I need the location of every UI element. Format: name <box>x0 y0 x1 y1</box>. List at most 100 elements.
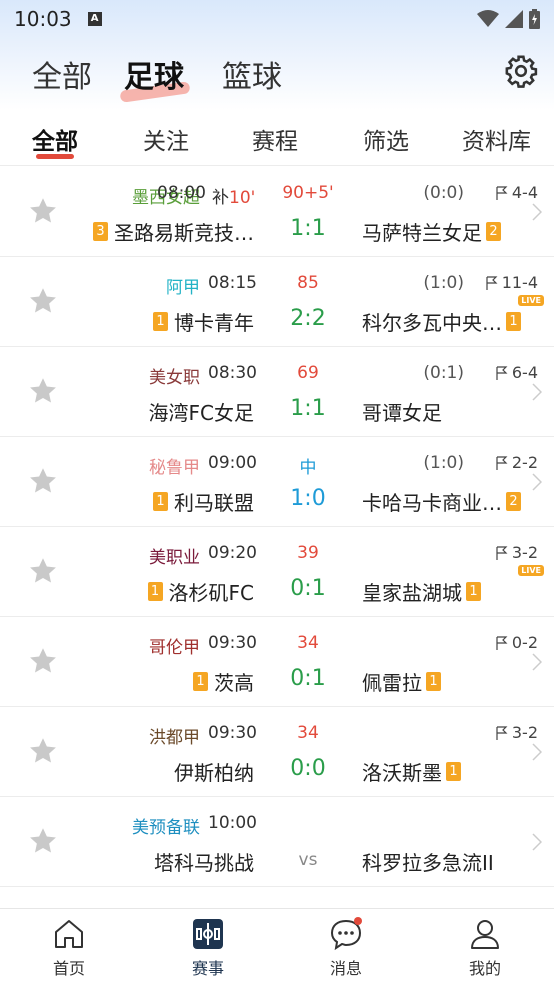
corner-flag-icon <box>496 545 508 560</box>
settings-gear-icon[interactable] <box>504 54 538 88</box>
match-row[interactable]: 美职业 09:20 39 3-2 1 洛杉矶FC 0:1 皇家盐湖城 1 LIVE <box>0 527 554 617</box>
added-time-value: 10' <box>229 188 256 208</box>
added-time: 补10' <box>212 183 255 208</box>
tab-following[interactable]: 关注 <box>143 122 189 156</box>
star-icon[interactable] <box>28 196 58 226</box>
away-badge: 1 <box>426 672 441 691</box>
nav-messages[interactable]: 消息 <box>306 917 386 979</box>
tab-schedule[interactable]: 赛程 <box>252 122 298 156</box>
home-team: 1 利马联盟 <box>153 487 254 516</box>
home-team: 伊斯柏纳 <box>174 757 254 786</box>
away-team: 科罗拉多急流II <box>362 847 494 876</box>
home-icon <box>55 920 83 948</box>
star-icon[interactable] <box>28 826 58 856</box>
user-icon <box>471 920 499 949</box>
league-name: 美女职 <box>149 368 200 388</box>
match-time: 09:00 <box>208 453 257 473</box>
away-team-name: 哥谭女足 <box>362 401 442 425</box>
home-team-name: 茨高 <box>214 671 254 695</box>
star-icon[interactable] <box>28 646 58 676</box>
battery-icon <box>529 9 540 29</box>
chevron-right-icon <box>532 203 542 221</box>
nav-profile[interactable]: 我的 <box>445 917 525 979</box>
chevron-right-icon <box>532 653 542 671</box>
tab-basketball[interactable]: 篮球 <box>222 52 282 96</box>
match-row[interactable]: 哥伦甲 09:30 34 0-2 1 茨高 0:1 佩雷拉 1 <box>0 617 554 707</box>
home-badge: 1 <box>193 672 208 691</box>
match-minute: 90+5' <box>282 183 334 203</box>
tab-filter[interactable]: 筛选 <box>363 122 409 156</box>
home-badge: 1 <box>147 582 163 601</box>
star-icon[interactable] <box>28 556 58 586</box>
score: 1:0 <box>290 486 326 511</box>
match-row[interactable]: 美女职 08:30 69 (0:1) 6-4 海湾FC女足 1:1 哥谭女足 <box>0 347 554 437</box>
tab-football[interactable]: 足球 <box>124 52 184 96</box>
match-minute: 34 <box>297 723 319 743</box>
match-row[interactable]: 墨西女超 08:00 补10' 90+5' (0:0) 4-4 3 圣路易斯竞技…… <box>0 167 554 257</box>
nav-label: 我的 <box>468 959 501 978</box>
match-time: 08:00 <box>157 183 206 203</box>
nav-matches[interactable]: 赛事 <box>168 917 248 979</box>
star-icon[interactable] <box>28 376 58 406</box>
match-minute: 85 <box>297 273 319 293</box>
away-team-name: 皇家盐湖城 <box>362 581 462 605</box>
sport-tabs: 全部 足球 篮球 <box>0 48 554 103</box>
notification-icon: A <box>87 12 102 26</box>
away-team-name: 洛沃斯墨 <box>362 761 442 785</box>
away-team-name: 科罗拉多急流II <box>362 851 494 875</box>
match-row[interactable]: 阿甲 08:15 85 (1:0) 11-4 1 博卡青年 2:2 科尔多瓦中央…… <box>0 257 554 347</box>
corner-flag-icon <box>496 725 508 740</box>
score: 0:1 <box>290 666 326 691</box>
wifi-icon <box>477 10 499 27</box>
score: 1:1 <box>290 216 326 241</box>
chevron-right-icon <box>532 833 542 851</box>
corner-count: 4-4 <box>496 183 538 202</box>
added-time-prefix: 补 <box>212 188 229 208</box>
chevron-right-icon <box>532 743 542 761</box>
home-team-name: 博卡青年 <box>174 311 254 335</box>
tab-database[interactable]: 资料库 <box>462 122 531 156</box>
star-icon[interactable] <box>28 466 58 496</box>
corner-value: 3-2 <box>511 543 538 562</box>
corner-flag-icon <box>496 635 508 650</box>
halftime-score: (0:0) <box>423 183 464 203</box>
match-row[interactable]: 美预备联 10:00 塔科马挑战 vs 科罗拉多急流II <box>0 797 554 887</box>
away-team-name: 佩雷拉 <box>362 671 422 695</box>
bottom-nav: 首页 赛事 消息 我的 <box>0 908 554 984</box>
league-name: 阿甲 <box>166 278 200 298</box>
nav-label: 赛事 <box>191 959 224 978</box>
match-row[interactable]: 秘鲁甲 09:00 中 (1:0) 2-2 1 利马联盟 1:0 卡哈马卡商业… 2 <box>0 437 554 527</box>
status-time: 10:03 <box>14 7 72 31</box>
star-icon[interactable] <box>28 286 58 316</box>
match-time: 08:15 <box>208 273 257 293</box>
league-name: 美预备联 <box>132 818 200 838</box>
score: 2:2 <box>290 306 326 331</box>
away-team: 皇家盐湖城 1 <box>362 577 481 606</box>
message-icon <box>330 917 362 951</box>
match-minute: 34 <box>297 633 319 653</box>
match-minute: 69 <box>297 363 319 383</box>
star-icon[interactable] <box>28 736 58 766</box>
halftime-score: (1:0) <box>423 453 464 473</box>
nav-home[interactable]: 首页 <box>29 917 109 979</box>
corner-flag-icon <box>496 455 508 470</box>
chevron-right-icon <box>532 473 542 491</box>
status-icons <box>477 9 540 29</box>
score: 0:1 <box>290 576 326 601</box>
league-name: 美职业 <box>149 548 200 568</box>
tab-all-sports[interactable]: 全部 <box>32 52 92 96</box>
match-row[interactable]: 洪都甲 09:30 34 3-2 伊斯柏纳 0:0 洛沃斯墨 1 <box>0 707 554 797</box>
home-team: 1 博卡青年 <box>153 307 254 336</box>
away-badge: 1 <box>466 582 481 601</box>
tab-all-matches[interactable]: 全部 <box>32 122 78 156</box>
corner-value: 4-4 <box>511 183 538 202</box>
corner-count: 2-2 <box>496 453 538 472</box>
corner-flag-icon <box>496 185 508 200</box>
away-team: 洛沃斯墨 1 <box>362 757 461 786</box>
away-badge: 1 <box>506 312 521 331</box>
nav-label: 消息 <box>329 959 362 978</box>
match-time: 09:30 <box>208 633 257 653</box>
corner-value: 11-4 <box>501 273 538 292</box>
sub-tab-indicator <box>36 154 74 159</box>
home-team-name: 圣路易斯竞技… <box>114 221 254 245</box>
